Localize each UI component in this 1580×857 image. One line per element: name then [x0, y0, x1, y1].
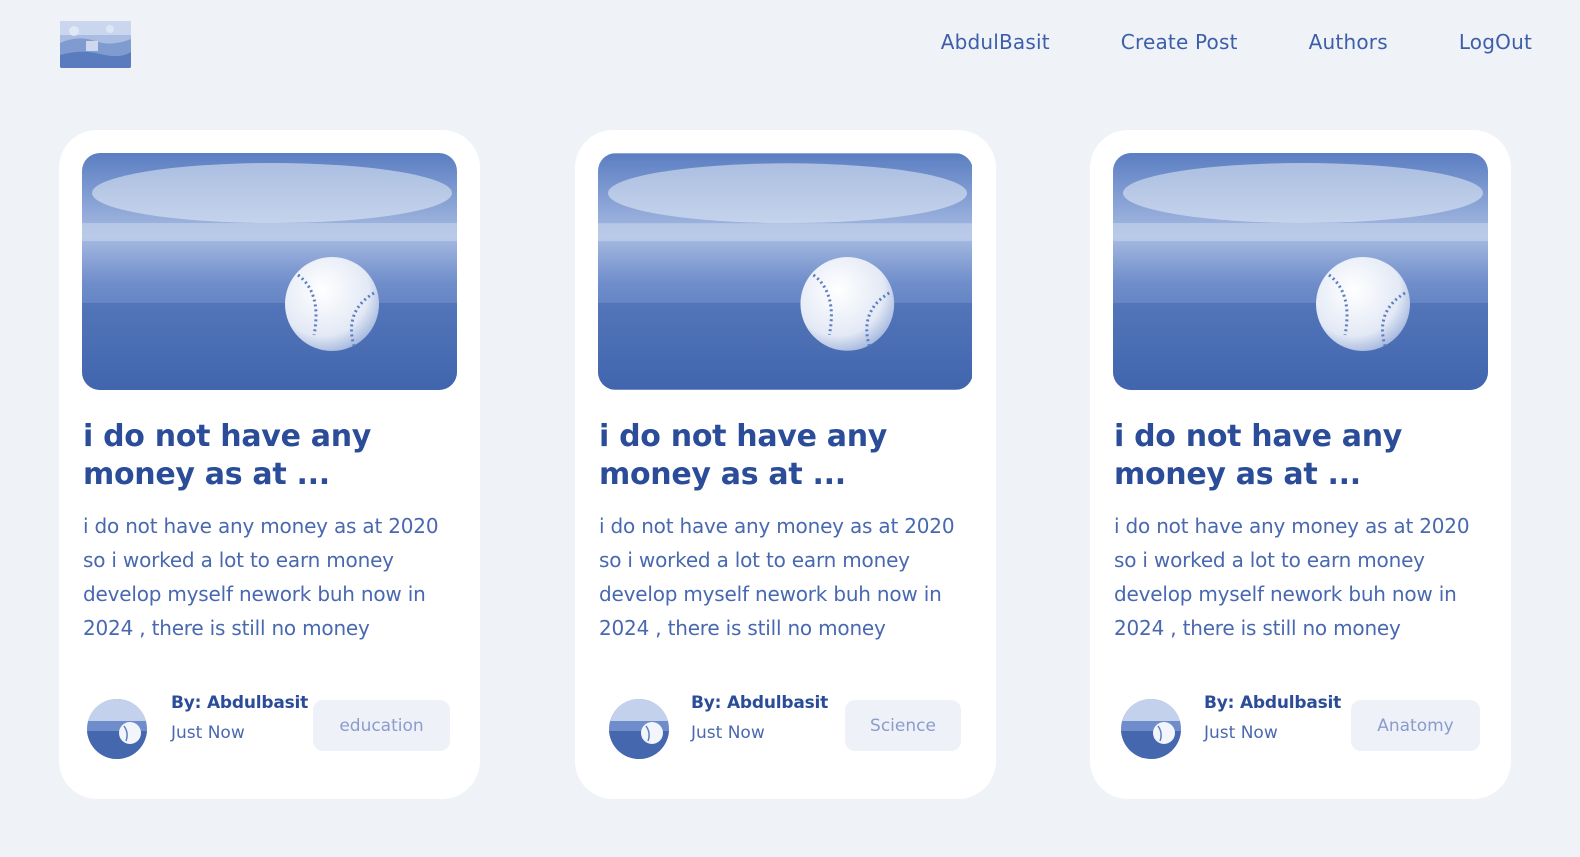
category-tag[interactable]: education — [313, 700, 450, 751]
author-avatar[interactable] — [87, 699, 147, 759]
post-title[interactable]: i do not have any money as at ... — [83, 418, 453, 494]
post-time: Just Now — [171, 723, 245, 743]
site-logo[interactable] — [60, 21, 131, 68]
nav-links: AbdulBasit Create Post Authors LogOut — [941, 30, 1532, 54]
author-name[interactable]: By: Abdulbasit — [171, 693, 308, 713]
post-time: Just Now — [691, 723, 765, 743]
nav-link-create-post[interactable]: Create Post — [1121, 30, 1238, 54]
author-avatar[interactable] — [1121, 699, 1181, 759]
post-card[interactable]: i do not have any money as at ... i do n… — [575, 130, 996, 799]
author-avatar[interactable] — [609, 699, 669, 759]
post-image[interactable] — [82, 153, 457, 390]
nav-link-profile[interactable]: AbdulBasit — [941, 30, 1050, 54]
post-meta: By: Abdulbasit Just Now Anatomy — [1121, 693, 1491, 759]
post-meta: By: Abdulbasit Just Now Science — [609, 693, 979, 759]
post-title[interactable]: i do not have any money as at ... — [1114, 418, 1484, 494]
category-tag[interactable]: Anatomy — [1351, 700, 1480, 751]
post-excerpt: i do not have any money as at 2020 so i … — [1114, 514, 1470, 640]
post-card[interactable]: i do not have any money as at ... i do n… — [1090, 130, 1511, 799]
category-tag[interactable]: Science — [845, 700, 961, 751]
author-name[interactable]: By: Abdulbasit — [1204, 693, 1341, 713]
author-name[interactable]: By: Abdulbasit — [691, 693, 828, 713]
post-title[interactable]: i do not have any money as at ... — [599, 418, 969, 494]
nav-link-authors[interactable]: Authors — [1309, 30, 1388, 54]
post-excerpt: i do not have any money as at 2020 so i … — [83, 514, 439, 640]
post-time: Just Now — [1204, 723, 1278, 743]
post-image[interactable] — [598, 153, 973, 390]
post-meta: By: Abdulbasit Just Now education — [87, 693, 457, 759]
post-image[interactable] — [1113, 153, 1488, 390]
top-nav: AbdulBasit Create Post Authors LogOut — [0, 0, 1580, 90]
post-excerpt: i do not have any money as at 2020 so i … — [599, 514, 955, 640]
post-card[interactable]: i do not have any money as at ... i do n… — [59, 130, 480, 799]
nav-link-logout[interactable]: LogOut — [1459, 30, 1532, 54]
